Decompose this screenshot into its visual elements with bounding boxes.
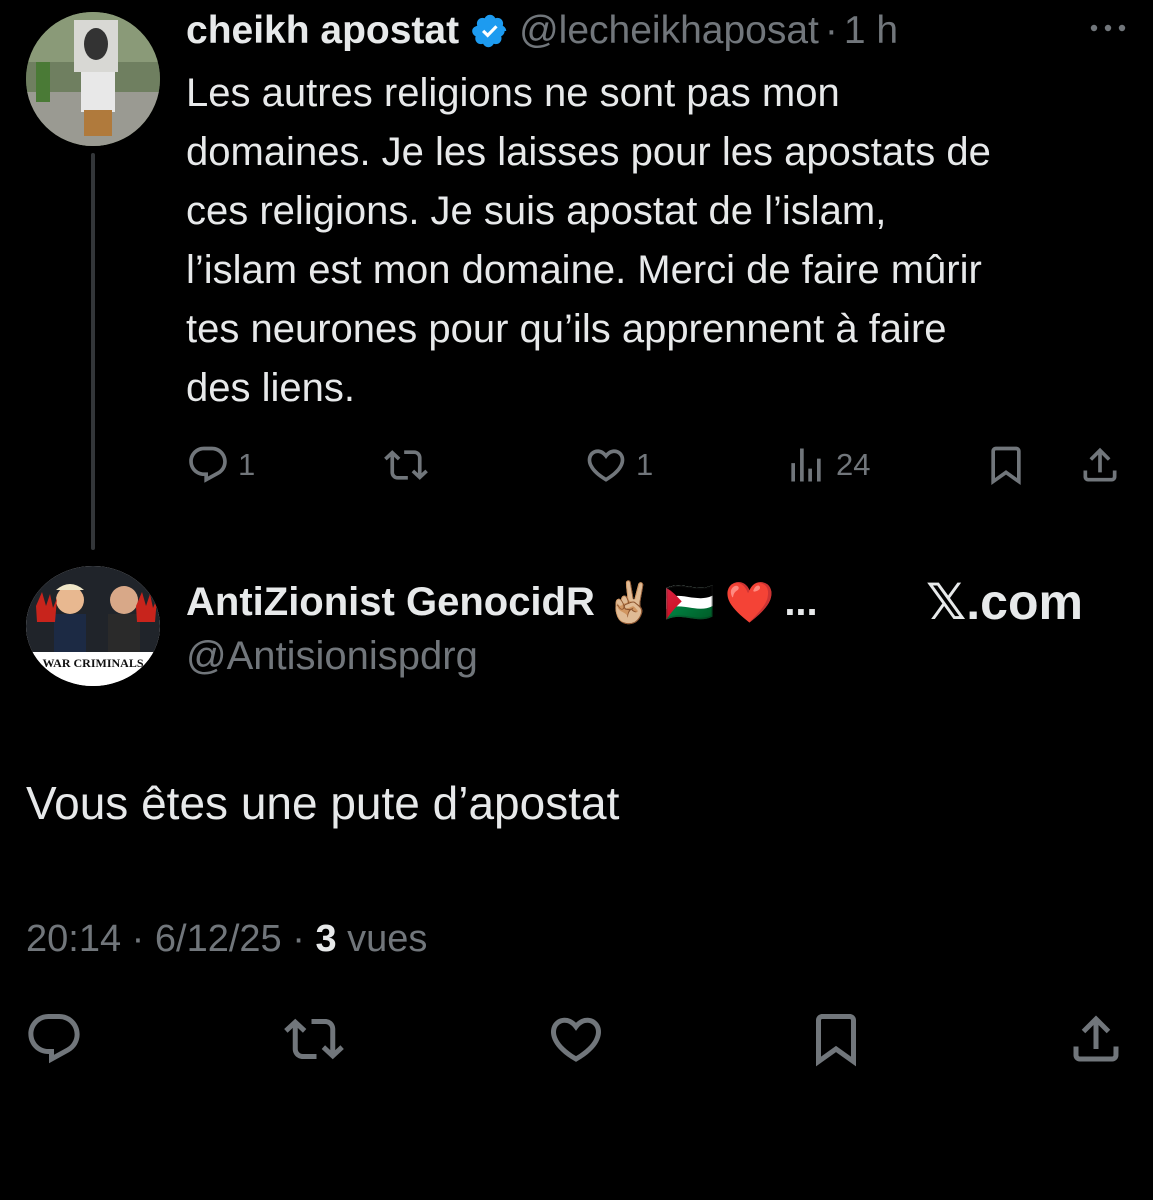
red-heart-icon: ❤️ (724, 580, 775, 625)
share-button[interactable] (1078, 440, 1122, 490)
parent-display-name[interactable]: cheikh apostat (186, 9, 459, 53)
reply-time[interactable]: 20:14 (26, 918, 121, 960)
reply-button[interactable] (24, 1014, 84, 1064)
name-truncation-ellipsis: ... (784, 579, 818, 624)
share-icon (1083, 447, 1117, 482)
tweet-detail-screen: cheikh apostat @lecheikhaposat · 1 h Les… (0, 0, 1153, 1200)
reply-tweet-header: AntiZionist GenocidR ✌🏼 🇵🇸 ❤️ ... (186, 574, 818, 630)
x-com-watermark: 𝕏.com (926, 574, 1083, 630)
header-separator: · (824, 9, 838, 52)
parent-action-bar: 1 1 24 (186, 440, 1126, 490)
reply-icon (28, 1014, 80, 1064)
retweet-icon (284, 1018, 344, 1060)
reply-button[interactable]: 1 (186, 440, 255, 490)
reply-views-label: vues (347, 918, 428, 960)
parent-author-avatar[interactable] (26, 12, 160, 146)
victory-hand-emoji: ✌🏼 (604, 580, 655, 625)
reply-tweet-meta: 20:14 · 6/12/25 · 3 vues (26, 918, 427, 961)
avatar-photo (26, 12, 160, 146)
reply-handle[interactable]: @Antisionispdrg (186, 634, 478, 679)
views-button[interactable]: 24 (784, 440, 870, 490)
views-count: 24 (836, 447, 871, 482)
reply-count: 1 (238, 447, 256, 482)
parent-tweet-header: cheikh apostat @lecheikhaposat · 1 h (186, 6, 898, 56)
bookmark-icon (816, 1014, 856, 1067)
text-line: domaines. Je les laisses pour les aposta… (186, 130, 991, 174)
parent-tweet-text: Les autres religions ne sont pas mon dom… (186, 64, 1126, 418)
more-options-icon[interactable] (1086, 18, 1130, 38)
retweet-icon (384, 450, 428, 480)
bookmark-button[interactable] (806, 1014, 866, 1067)
retweet-button[interactable] (384, 440, 436, 490)
meta-separator: · (292, 918, 305, 960)
meta-separator: · (131, 918, 145, 960)
reply-display-name[interactable]: AntiZionist GenocidR (186, 580, 595, 625)
text-line: ces religions. Je suis apostat de l’isla… (186, 189, 887, 233)
reply-icon (189, 446, 227, 483)
parent-handle[interactable]: @lecheikhaposat (519, 9, 819, 53)
avatar-caption: WAR CRIMINALS (42, 656, 144, 670)
reply-views-count: 3 (315, 918, 337, 960)
verified-badge-icon (471, 12, 509, 50)
like-icon (550, 1017, 602, 1062)
reply-author-avatar[interactable]: WAR CRIMINALS (26, 566, 160, 686)
like-button[interactable] (546, 1014, 606, 1064)
like-icon (587, 449, 625, 482)
like-count: 1 (636, 447, 654, 482)
share-button[interactable] (1066, 1014, 1126, 1064)
thread-connector-line (91, 153, 95, 550)
views-icon (791, 448, 821, 482)
parent-timestamp[interactable]: 1 h (844, 9, 898, 53)
bookmark-button[interactable] (984, 440, 1028, 490)
like-button[interactable]: 1 (584, 440, 653, 490)
reply-tweet-text: Vous êtes une pute d’apostat (26, 777, 620, 829)
reply-action-bar (0, 1012, 1153, 1076)
text-line: l’islam est mon domaine. Merci de faire … (186, 248, 982, 292)
retweet-button[interactable] (284, 1014, 344, 1064)
share-icon (1073, 1015, 1119, 1062)
bookmark-icon (991, 446, 1021, 486)
text-line: des liens. (186, 366, 355, 410)
reply-date[interactable]: 6/12/25 (155, 918, 282, 960)
text-line: Les autres religions ne sont pas mon (186, 71, 840, 115)
palestine-flag-icon: 🇵🇸 (664, 580, 715, 625)
text-line: tes neurones pour qu’ils apprennent à fa… (186, 307, 947, 351)
